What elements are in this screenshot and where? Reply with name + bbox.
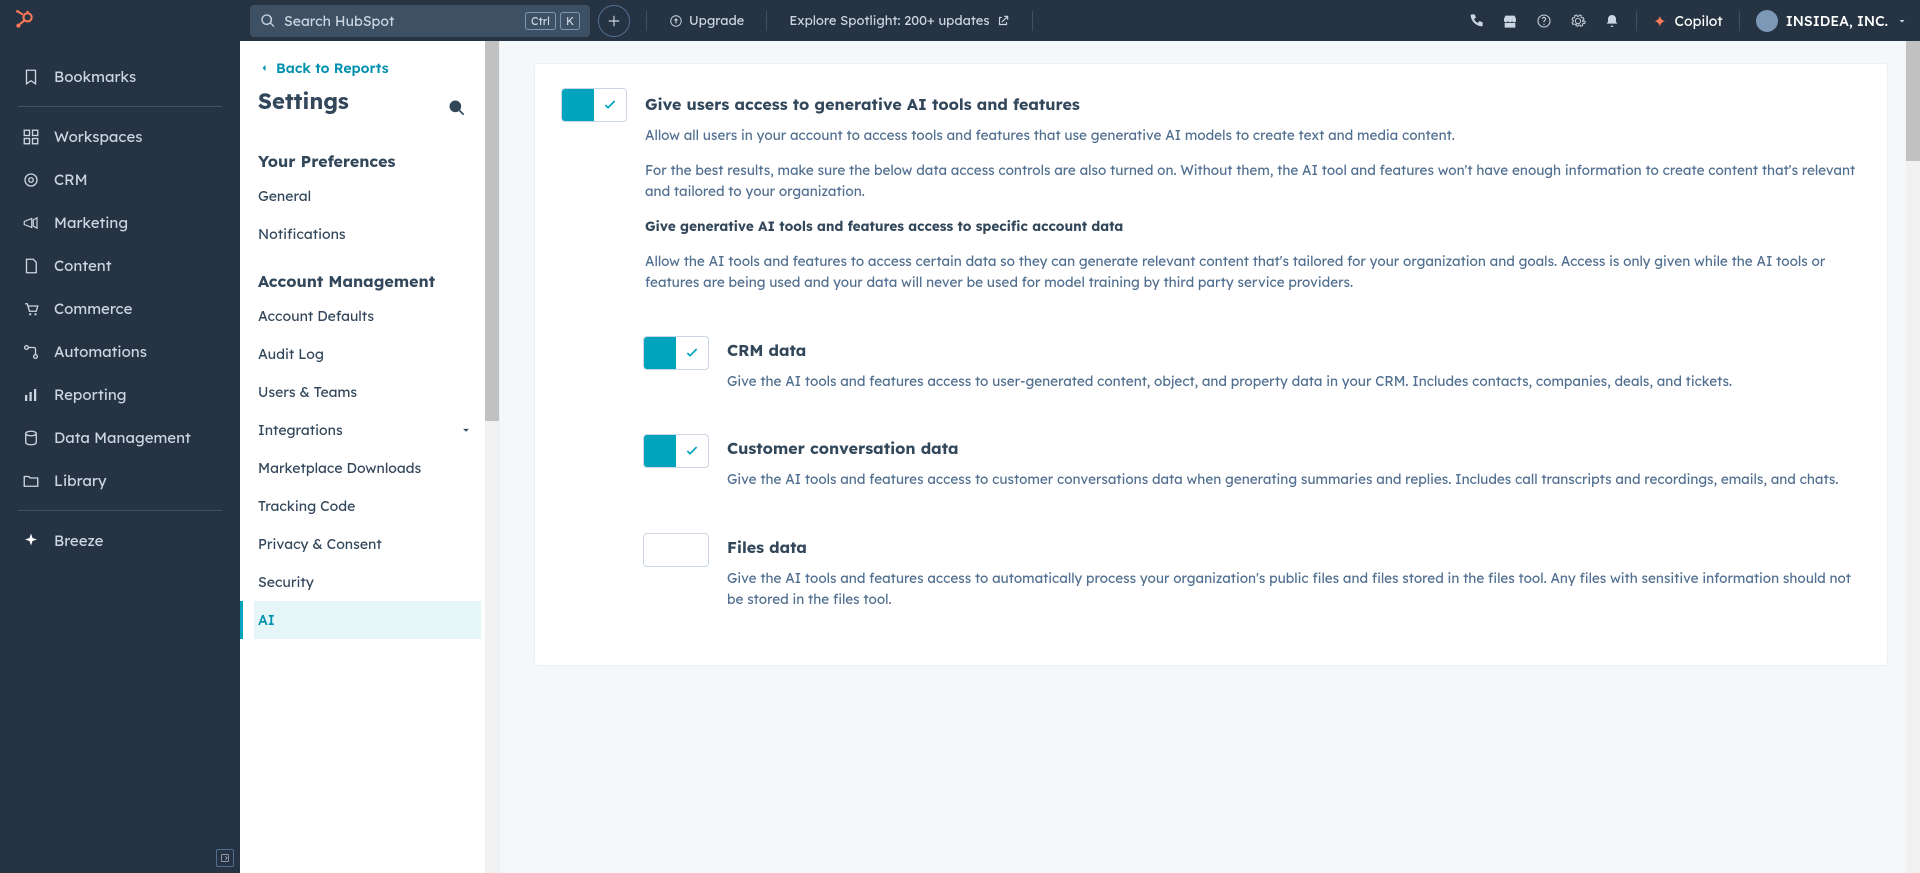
- search-icon[interactable]: [447, 98, 467, 118]
- avatar: [1756, 10, 1778, 32]
- nav-automations[interactable]: Automations: [14, 330, 226, 373]
- marketplace-icon[interactable]: [1502, 13, 1518, 29]
- upgrade-link[interactable]: Upgrade: [663, 13, 750, 29]
- settings-item-notifications[interactable]: Notifications: [254, 215, 481, 253]
- scroll-thumb[interactable]: [485, 41, 499, 421]
- account-menu[interactable]: INSIDEA, INC.: [1756, 10, 1908, 32]
- toggle-generative-ai[interactable]: [561, 88, 627, 122]
- plus-icon: [607, 14, 621, 28]
- toggle-conversation-data[interactable]: [643, 434, 709, 468]
- settings-item-security[interactable]: Security: [254, 563, 481, 601]
- toggle-desc: Allow all users in your account to acces…: [645, 126, 1861, 147]
- sparkle-icon: [22, 532, 40, 550]
- toggle-files-data[interactable]: [643, 533, 709, 567]
- settings-icon[interactable]: [1570, 13, 1586, 29]
- grid-icon: [22, 128, 40, 146]
- create-button[interactable]: [598, 5, 630, 37]
- nav-breeze[interactable]: Breeze: [14, 519, 226, 562]
- settings-item-marketplace-downloads[interactable]: Marketplace Downloads: [254, 449, 481, 487]
- nav-crm[interactable]: CRM: [14, 158, 226, 201]
- nav-content[interactable]: Content: [14, 244, 226, 287]
- settings-item-audit-log[interactable]: Audit Log: [254, 335, 481, 373]
- bookmark-icon: [22, 68, 40, 86]
- group-preferences: Your Preferences: [258, 151, 481, 171]
- separator: [766, 11, 767, 31]
- toggle-desc: Give the AI tools and features access to…: [727, 569, 1861, 611]
- phone-icon[interactable]: [1468, 13, 1484, 29]
- toggle-desc: Give the AI tools and features access to…: [727, 372, 1861, 393]
- nav-reporting[interactable]: Reporting: [14, 373, 226, 416]
- toggle-desc: For the best results, make sure the belo…: [645, 161, 1861, 203]
- search-shortcut: CtrlK: [525, 12, 580, 30]
- separator: [1739, 11, 1740, 31]
- target-icon: [22, 171, 40, 189]
- global-search[interactable]: Search HubSpot CtrlK: [250, 5, 590, 37]
- search-placeholder: Search HubSpot: [284, 12, 525, 30]
- toggle-title: CRM data: [727, 340, 1861, 360]
- settings-item-privacy-consent[interactable]: Privacy & Consent: [254, 525, 481, 563]
- nav-marketing[interactable]: Marketing: [14, 201, 226, 244]
- toggle-crm-data[interactable]: [643, 336, 709, 370]
- settings-title: Settings: [258, 87, 349, 115]
- toggle-desc: Give the AI tools and features access to…: [727, 470, 1861, 491]
- sparkle-icon: ✦: [1653, 11, 1666, 31]
- scroll-thumb[interactable]: [1906, 41, 1920, 161]
- toggle-title: Give users access to generative AI tools…: [645, 94, 1861, 114]
- nav-commerce[interactable]: Commerce: [14, 287, 226, 330]
- settings-sidebar: Back to Reports Settings Your Preference…: [240, 41, 500, 873]
- separator: [1636, 11, 1637, 31]
- toggle-title: Files data: [727, 537, 1861, 557]
- chevron-down-icon: [1896, 15, 1908, 27]
- toggle-desc: Allow the AI tools and features to acces…: [645, 252, 1861, 294]
- primary-nav: Bookmarks Workspaces CRM Marketing Conte…: [0, 41, 240, 873]
- group-account: Account Management: [258, 271, 481, 291]
- chevron-down-icon: [459, 423, 473, 437]
- external-link-icon: [996, 14, 1010, 28]
- scrollbar[interactable]: [485, 41, 499, 873]
- separator: [646, 11, 647, 31]
- section-subhead: Give generative AI tools and features ac…: [645, 217, 1861, 238]
- folder-icon: [22, 472, 40, 490]
- bars-icon: [22, 386, 40, 404]
- settings-item-users-teams[interactable]: Users & Teams: [254, 373, 481, 411]
- check-icon: [684, 443, 700, 459]
- megaphone-icon: [22, 214, 40, 232]
- main-content: Give users access to generative AI tools…: [500, 41, 1920, 873]
- notifications-icon[interactable]: [1604, 13, 1620, 29]
- nav-workspaces[interactable]: Workspaces: [14, 115, 226, 158]
- cart-icon: [22, 300, 40, 318]
- file-icon: [22, 257, 40, 275]
- hubspot-logo[interactable]: [12, 10, 34, 32]
- separator: [1032, 11, 1033, 31]
- nav-library[interactable]: Library: [14, 459, 226, 502]
- toggle-title: Customer conversation data: [727, 438, 1861, 458]
- upgrade-icon: [669, 14, 683, 28]
- search-icon: [260, 13, 276, 29]
- settings-item-ai[interactable]: AI: [254, 601, 481, 639]
- settings-item-account-defaults[interactable]: Account Defaults: [254, 297, 481, 335]
- check-icon: [684, 345, 700, 361]
- help-icon[interactable]: [1536, 13, 1552, 29]
- check-icon: [602, 97, 618, 113]
- chevron-left-icon: [258, 62, 270, 74]
- scrollbar[interactable]: [1906, 41, 1920, 873]
- database-icon: [22, 429, 40, 447]
- expand-nav-button[interactable]: [216, 849, 234, 867]
- nav-bookmarks[interactable]: Bookmarks: [14, 55, 226, 98]
- settings-item-integrations[interactable]: Integrations: [254, 411, 481, 449]
- spotlight-link[interactable]: Explore Spotlight: 200+ updates: [783, 13, 1015, 29]
- flow-icon: [22, 343, 40, 361]
- nav-data-management[interactable]: Data Management: [14, 416, 226, 459]
- back-link[interactable]: Back to Reports: [258, 59, 481, 77]
- topbar: Search HubSpot CtrlK Upgrade Explore Spo…: [0, 0, 1920, 41]
- settings-item-tracking-code[interactable]: Tracking Code: [254, 487, 481, 525]
- settings-item-general[interactable]: General: [254, 177, 481, 215]
- ai-settings-card: Give users access to generative AI tools…: [534, 63, 1888, 666]
- copilot-button[interactable]: ✦ Copilot: [1653, 11, 1723, 31]
